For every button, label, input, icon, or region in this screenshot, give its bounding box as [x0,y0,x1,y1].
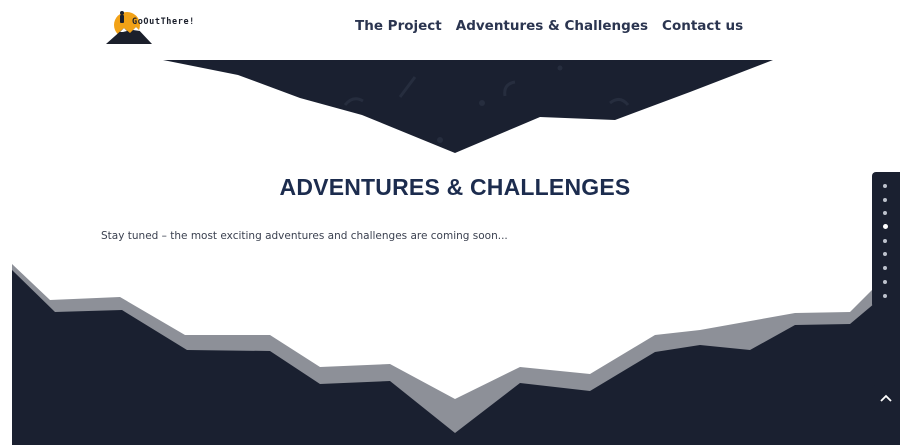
dot-nav-item-7[interactable] [883,266,887,270]
dot-nav-item-3[interactable] [883,211,887,215]
nav-adventures-challenges[interactable]: Adventures & Challenges [456,18,648,34]
mountain-sun-logo-icon [106,11,152,44]
dot-nav-item-2[interactable] [883,198,887,202]
site-header: GoOutThere! The Project Adventures & Cha… [0,0,900,60]
dot-nav-item-8[interactable] [883,280,887,284]
dot-nav-item-4-active[interactable] [882,224,888,229]
dot-nav-item-1[interactable] [883,184,887,188]
bottom-mountain-shape [12,262,900,445]
logo-text: GoOutThere! [132,17,195,27]
nav-contact-us[interactable]: Contact us [662,18,743,34]
dot-nav-item-5[interactable] [883,239,887,243]
dot-nav-item-9[interactable] [883,294,887,298]
section-title: ADVENTURES & CHALLENGES [279,174,631,200]
back-to-top-button[interactable] [872,385,900,411]
chevron-up-icon [880,394,892,402]
dot-navigation [872,172,900,308]
main-nav: The Project Adventures & Challenges Cont… [355,18,743,34]
nav-the-project[interactable]: The Project [355,18,442,34]
section-description: Stay tuned – the most exciting adventure… [101,230,508,242]
dot-nav-item-6[interactable] [883,252,887,256]
site-logo[interactable] [104,8,224,46]
